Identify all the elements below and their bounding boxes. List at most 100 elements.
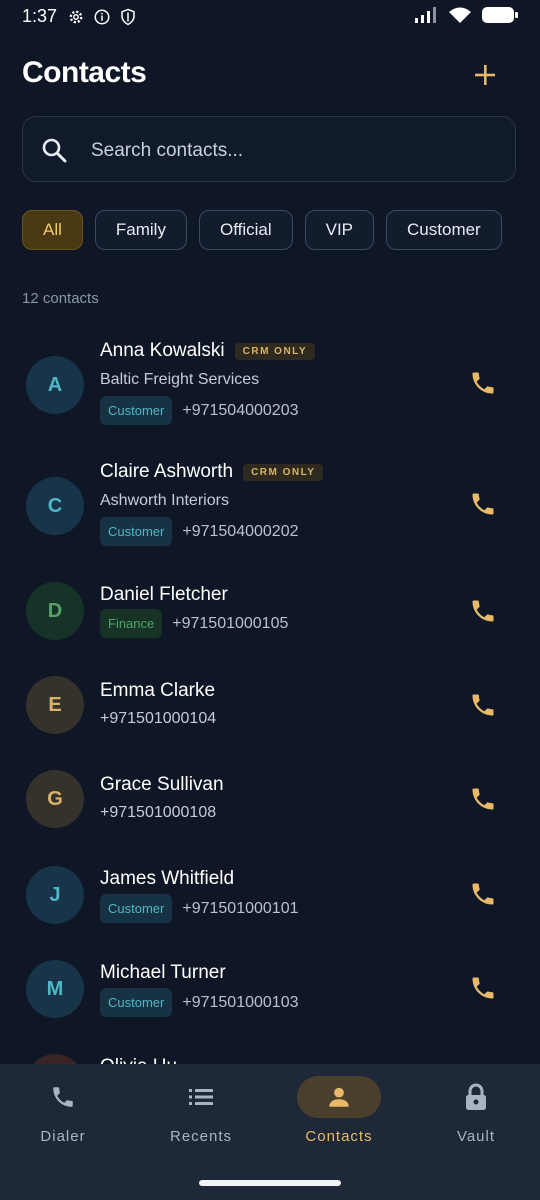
contact-meta: Customer +971504000203 <box>100 396 298 425</box>
contact-name-row: Claire Ashworth CRM ONLY <box>100 461 324 483</box>
customer-tag: Customer <box>100 517 173 546</box>
call-button[interactable] <box>468 596 498 626</box>
contact-name-row: Daniel Fletcher <box>100 584 228 606</box>
contact-meta: Finance +971501000105 <box>100 609 288 638</box>
contact-row[interactable]: G Grace Sullivan +971501000108 <box>0 758 540 848</box>
contact-meta: Customer +971504000202 <box>100 517 298 546</box>
contact-phone: +971501000108 <box>100 804 217 821</box>
contact-name-row: Olivia Hu <box>100 1056 177 1064</box>
avatar: M <box>26 960 84 1018</box>
phone-icon <box>472 493 494 515</box>
search-input[interactable] <box>89 135 493 167</box>
avatar: D <box>26 582 84 640</box>
status-bar: 1:37 <box>0 0 540 34</box>
contact-name-row: James Whitfield <box>100 868 234 890</box>
contact-phone: +971501000105 <box>172 614 289 632</box>
phone-icon <box>472 694 494 716</box>
phone-icon <box>472 977 494 999</box>
customer-tag: Customer <box>100 396 173 425</box>
filter-chip-vip[interactable]: VIP <box>304 210 375 250</box>
avatar: O <box>26 1054 84 1064</box>
contact-name: Michael Turner <box>100 962 226 983</box>
call-button[interactable] <box>468 973 498 1003</box>
info-icon <box>92 7 112 27</box>
add-contact-button[interactable] <box>470 60 500 90</box>
call-button[interactable] <box>468 690 498 720</box>
contact-row[interactable]: D Daniel Fletcher Finance +971501000105 <box>0 569 540 659</box>
nav-dialer[interactable]: Dialer <box>3 1076 123 1156</box>
crm-only-badge: CRM ONLY <box>234 342 316 360</box>
contact-row[interactable]: E Emma Clarke +971501000104 <box>0 664 540 754</box>
avatar: J <box>26 866 84 924</box>
nav-label: Contacts <box>305 1128 373 1145</box>
header: Contacts <box>22 56 518 96</box>
settings-icon <box>66 7 86 27</box>
phone-icon <box>472 883 494 905</box>
contacts-count: 12 contacts <box>22 290 99 307</box>
contact-row[interactable]: M Michael Turner Customer +971501000103 <box>0 946 540 1036</box>
nav-label: Recents <box>169 1128 233 1145</box>
contact-name: Emma Clarke <box>100 680 216 701</box>
contact-name-row: Michael Turner <box>100 962 226 984</box>
call-button[interactable] <box>468 368 498 398</box>
contact-company: Baltic Freight Services <box>100 371 260 388</box>
home-indicator[interactable] <box>199 1180 341 1186</box>
contact-name-row: Emma Clarke <box>100 680 215 702</box>
search-box[interactable] <box>22 116 516 182</box>
lock-icon <box>434 1076 518 1118</box>
filter-chip-all[interactable]: All <box>22 210 83 250</box>
phone-icon <box>21 1076 105 1118</box>
contact-name: Grace Sullivan <box>100 774 224 795</box>
contact-name: Olivia Hu <box>100 1056 177 1064</box>
call-button[interactable] <box>468 879 498 909</box>
plus-icon <box>475 65 495 85</box>
contact-name: Daniel Fletcher <box>100 584 228 605</box>
contact-phone: +971504000203 <box>182 401 299 419</box>
contact-name: Anna Kowalski <box>100 340 225 361</box>
filter-chip-customer[interactable]: Customer <box>386 210 502 250</box>
nav-recents[interactable]: Recents <box>141 1076 261 1156</box>
contact-phone: +971504000202 <box>182 522 299 540</box>
filter-chips: All Family Official VIP Customer <box>22 210 502 252</box>
signal-icon <box>414 6 438 29</box>
contact-name: James Whitfield <box>100 868 235 889</box>
contact-company: Ashworth Interiors <box>100 492 229 509</box>
finance-tag: Finance <box>100 609 163 638</box>
nav-label: Vault <box>456 1128 496 1145</box>
nav-vault[interactable]: Vault <box>416 1076 536 1156</box>
contact-row[interactable]: O Olivia Hu <box>0 1040 540 1064</box>
filter-chip-official[interactable]: Official <box>198 210 293 250</box>
avatar: G <box>26 770 84 828</box>
avatar: E <box>26 676 84 734</box>
search-icon <box>41 137 67 168</box>
phone-icon <box>472 372 494 394</box>
contact-phone: +971501000101 <box>182 899 299 917</box>
nav-contacts[interactable]: Contacts <box>279 1076 399 1156</box>
person-icon <box>297 1076 381 1118</box>
contact-name: Claire Ashworth <box>100 461 234 482</box>
phone-icon <box>472 788 494 810</box>
shield-icon <box>118 7 138 27</box>
battery-icon <box>482 6 518 29</box>
avatar: A <box>26 356 84 414</box>
crm-only-badge: CRM ONLY <box>243 463 324 481</box>
call-button[interactable] <box>468 784 498 814</box>
contact-row[interactable]: C Claire Ashworth CRM ONLY Ashworth Inte… <box>0 447 540 563</box>
contact-meta: Customer +971501000103 <box>100 988 298 1017</box>
contact-phone: +971501000103 <box>182 993 299 1011</box>
page-title: Contacts <box>22 56 147 89</box>
contact-row[interactable]: A Anna Kowalski CRM ONLY Baltic Freight … <box>0 326 540 442</box>
call-button[interactable] <box>468 489 498 519</box>
customer-tag: Customer <box>100 988 173 1017</box>
wifi-icon <box>448 6 472 29</box>
filter-chip-family[interactable]: Family <box>94 210 187 250</box>
contact-name-row: Anna Kowalski CRM ONLY <box>100 340 316 362</box>
contact-name-row: Grace Sullivan <box>100 774 224 796</box>
customer-tag: Customer <box>100 894 173 923</box>
status-time: 1:37 <box>22 6 58 26</box>
nav-label: Dialer <box>40 1128 86 1145</box>
contact-row[interactable]: J James Whitfield Customer +971501000101 <box>0 852 540 942</box>
avatar: C <box>26 477 84 535</box>
phone-icon <box>472 600 494 622</box>
contact-list: A Anna Kowalski CRM ONLY Baltic Freight … <box>0 326 540 1064</box>
